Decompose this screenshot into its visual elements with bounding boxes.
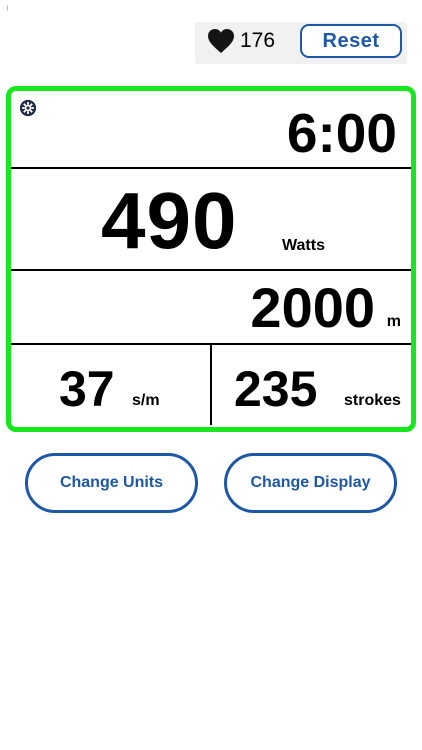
power-value: 490 bbox=[101, 176, 238, 265]
stroke-rate-unit: s/m bbox=[132, 392, 160, 409]
distance-value: 2000 bbox=[250, 276, 375, 339]
divider bbox=[210, 345, 212, 425]
stroke-count-value: 235 bbox=[234, 361, 318, 417]
change-units-button[interactable]: Change Units bbox=[25, 453, 198, 513]
rowing-monitor-screen: 176 Reset 6:00 490 Watts 2000 m 37 s/m 2… bbox=[0, 0, 422, 750]
elapsed-time: 6:00 bbox=[286, 102, 397, 164]
reset-button[interactable]: Reset bbox=[300, 24, 402, 58]
divider bbox=[11, 167, 411, 169]
power-unit: Watts bbox=[282, 237, 325, 254]
change-display-button[interactable]: Change Display bbox=[224, 453, 397, 513]
stroke-count-unit: strokes bbox=[344, 392, 401, 409]
heart-icon bbox=[208, 29, 234, 53]
distance-unit: m bbox=[386, 313, 401, 330]
status-tick bbox=[7, 5, 8, 11]
heart-rate-value: 176 bbox=[240, 29, 276, 52]
divider bbox=[11, 269, 411, 271]
stroke-rate-value: 37 bbox=[59, 361, 115, 417]
gear-icon[interactable] bbox=[19, 99, 37, 117]
monitor-panel: 6:00 490 Watts 2000 m 37 s/m 235 strokes bbox=[6, 86, 416, 432]
